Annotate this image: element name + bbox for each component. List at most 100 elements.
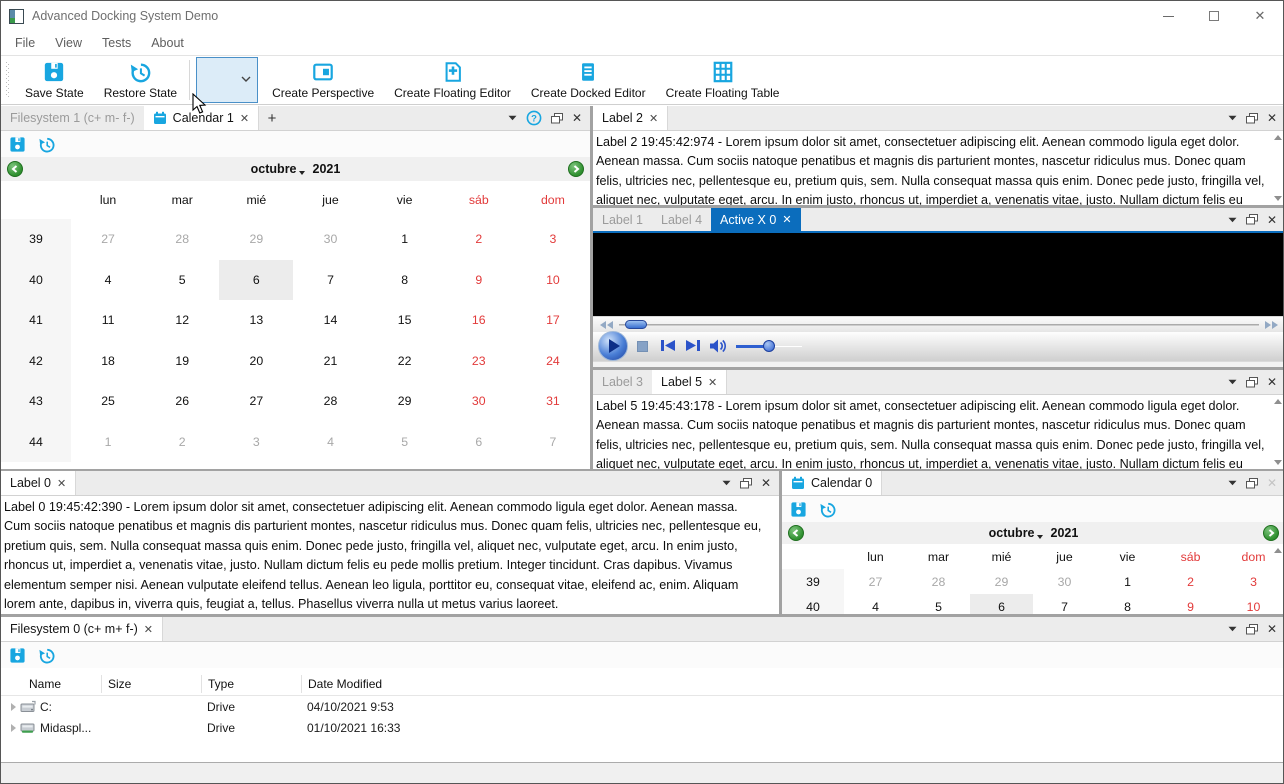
calendar-day[interactable]: 29	[368, 381, 442, 422]
scroll-up-icon[interactable]	[1274, 135, 1282, 140]
rewind-icon[interactable]	[600, 321, 614, 329]
maximize-button[interactable]	[1191, 1, 1237, 31]
column-header-size[interactable]: Size	[101, 674, 201, 693]
calendar-day[interactable]: 6	[970, 594, 1033, 614]
tab-label2[interactable]: Label 2 ✕	[593, 106, 669, 130]
calendar-month[interactable]: octubre	[251, 162, 297, 176]
fast-forward-icon[interactable]	[1264, 321, 1278, 329]
detach-icon[interactable]	[1245, 112, 1258, 124]
minimize-button[interactable]	[1145, 1, 1191, 31]
scroll-up-icon[interactable]	[1274, 399, 1282, 404]
calendar-day[interactable]: 9	[1159, 594, 1222, 614]
tab-filesystem1[interactable]: Filesystem 1 (c+ m- f-)	[1, 106, 144, 130]
column-header-date[interactable]: Date Modified	[301, 674, 601, 693]
calendar-day[interactable]: 7	[293, 260, 367, 301]
calendar-day[interactable]: 25	[71, 381, 145, 422]
table-row[interactable]: C: Drive 04/10/2021 9:53	[1, 696, 1283, 717]
tab-close-icon[interactable]: ✕	[649, 112, 658, 125]
panel-close-icon[interactable]: ✕	[1267, 213, 1277, 227]
calendar-day[interactable]: 30	[293, 219, 367, 260]
seek-bar[interactable]	[593, 316, 1283, 332]
tab-filesystem0[interactable]: Filesystem 0 (c+ m+ f-) ✕	[1, 617, 164, 641]
menu-about[interactable]: About	[141, 31, 194, 55]
menu-file[interactable]: File	[5, 31, 45, 55]
tab-label4[interactable]: Label 4	[652, 208, 711, 231]
calendar-day[interactable]: 1	[368, 219, 442, 260]
calendar-day[interactable]: 4	[71, 260, 145, 301]
panel-close-icon[interactable]: ✕	[761, 476, 771, 490]
restore-icon[interactable]	[819, 501, 836, 518]
table-row[interactable]: Midaspl... Drive 01/10/2021 16:33	[1, 717, 1283, 738]
next-month-button[interactable]	[568, 161, 584, 177]
seek-track[interactable]	[619, 324, 1259, 326]
calendar-day[interactable]: 23	[442, 341, 516, 382]
calendar-day[interactable]: 6	[219, 259, 294, 300]
column-header-type[interactable]: Type	[201, 674, 301, 693]
tab-close-icon[interactable]: ✕	[144, 623, 153, 636]
column-header-name[interactable]: Name	[1, 675, 101, 693]
panel-menu-icon[interactable]	[1228, 115, 1237, 121]
calendar-year[interactable]: 2021	[313, 162, 341, 176]
calendar-day[interactable]: 12	[145, 300, 219, 341]
detach-icon[interactable]	[1245, 623, 1258, 635]
create-docked-editor-button[interactable]: Create Docked Editor	[521, 56, 656, 104]
volume-thumb[interactable]	[763, 340, 775, 352]
calendar-month-year[interactable]: octubre 2021	[1, 162, 590, 176]
calendar-day[interactable]: 7	[516, 422, 590, 463]
detach-icon[interactable]	[1245, 477, 1258, 489]
panel-close-icon[interactable]: ✕	[1267, 375, 1277, 389]
calendar-day[interactable]: 28	[293, 381, 367, 422]
detach-icon[interactable]	[1245, 376, 1258, 388]
detach-icon[interactable]	[1245, 214, 1258, 225]
help-icon[interactable]: ?	[526, 110, 542, 126]
calendar-day[interactable]: 28	[145, 219, 219, 260]
menu-view[interactable]: View	[45, 31, 92, 55]
calendar-day[interactable]: 30	[1033, 569, 1096, 594]
calendar-day[interactable]: 27	[219, 381, 293, 422]
seek-thumb[interactable]	[625, 320, 647, 329]
scrollbar[interactable]	[1273, 546, 1283, 614]
calendar-day[interactable]: 8	[1096, 594, 1159, 614]
calendar-day[interactable]: 27	[71, 219, 145, 260]
tab-close-icon[interactable]: ✕	[57, 477, 66, 490]
expand-icon[interactable]	[11, 702, 16, 711]
calendar-day[interactable]: 30	[442, 381, 516, 422]
calendar-day[interactable]: 21	[293, 341, 367, 382]
calendar-day[interactable]: 5	[145, 260, 219, 301]
next-month-button[interactable]	[1263, 525, 1279, 541]
save-icon[interactable]	[9, 136, 26, 153]
calendar-year[interactable]: 2021	[1051, 526, 1079, 540]
tab-close-icon[interactable]: ✕	[708, 376, 717, 389]
calendar-day[interactable]: 10	[516, 260, 590, 301]
scrollbar[interactable]	[1273, 397, 1283, 467]
calendar-day[interactable]: 7	[1033, 594, 1096, 614]
calendar-day[interactable]: 1	[1096, 569, 1159, 594]
calendar-day[interactable]: 13	[219, 300, 293, 341]
tab-label0[interactable]: Label 0 ✕	[1, 471, 77, 495]
scroll-down-icon[interactable]	[1274, 196, 1282, 201]
calendar-day[interactable]: 5	[368, 422, 442, 463]
calendar-day[interactable]: 31	[516, 381, 590, 422]
panel-menu-icon[interactable]	[722, 480, 731, 486]
calendar-day[interactable]: 17	[516, 300, 590, 341]
restore-state-button[interactable]: Restore State	[94, 56, 187, 104]
calendar-day[interactable]: 11	[71, 300, 145, 341]
calendar-day[interactable]: 27	[844, 569, 907, 594]
panel-close-icon[interactable]: ✕	[1267, 622, 1277, 636]
detach-icon[interactable]	[550, 112, 563, 124]
stop-button[interactable]	[637, 341, 648, 352]
calendar-day[interactable]: 8	[368, 260, 442, 301]
calendar-day[interactable]: 2	[1159, 569, 1222, 594]
calendar-day[interactable]: 9	[442, 260, 516, 301]
tab-close-icon[interactable]: ✕	[240, 112, 249, 125]
close-button[interactable]: ✕	[1237, 1, 1283, 31]
calendar-day[interactable]: 29	[970, 569, 1033, 594]
save-state-button[interactable]: Save State	[15, 56, 94, 104]
calendar-month[interactable]: octubre	[989, 526, 1035, 540]
tab-activex0[interactable]: Active X 0 ✕	[711, 208, 801, 231]
detach-icon[interactable]	[739, 477, 752, 489]
next-button[interactable]	[685, 339, 701, 352]
calendar-day[interactable]: 4	[844, 594, 907, 614]
calendar-month-year[interactable]: octubre 2021	[782, 526, 1283, 540]
calendar-day[interactable]: 18	[71, 341, 145, 382]
